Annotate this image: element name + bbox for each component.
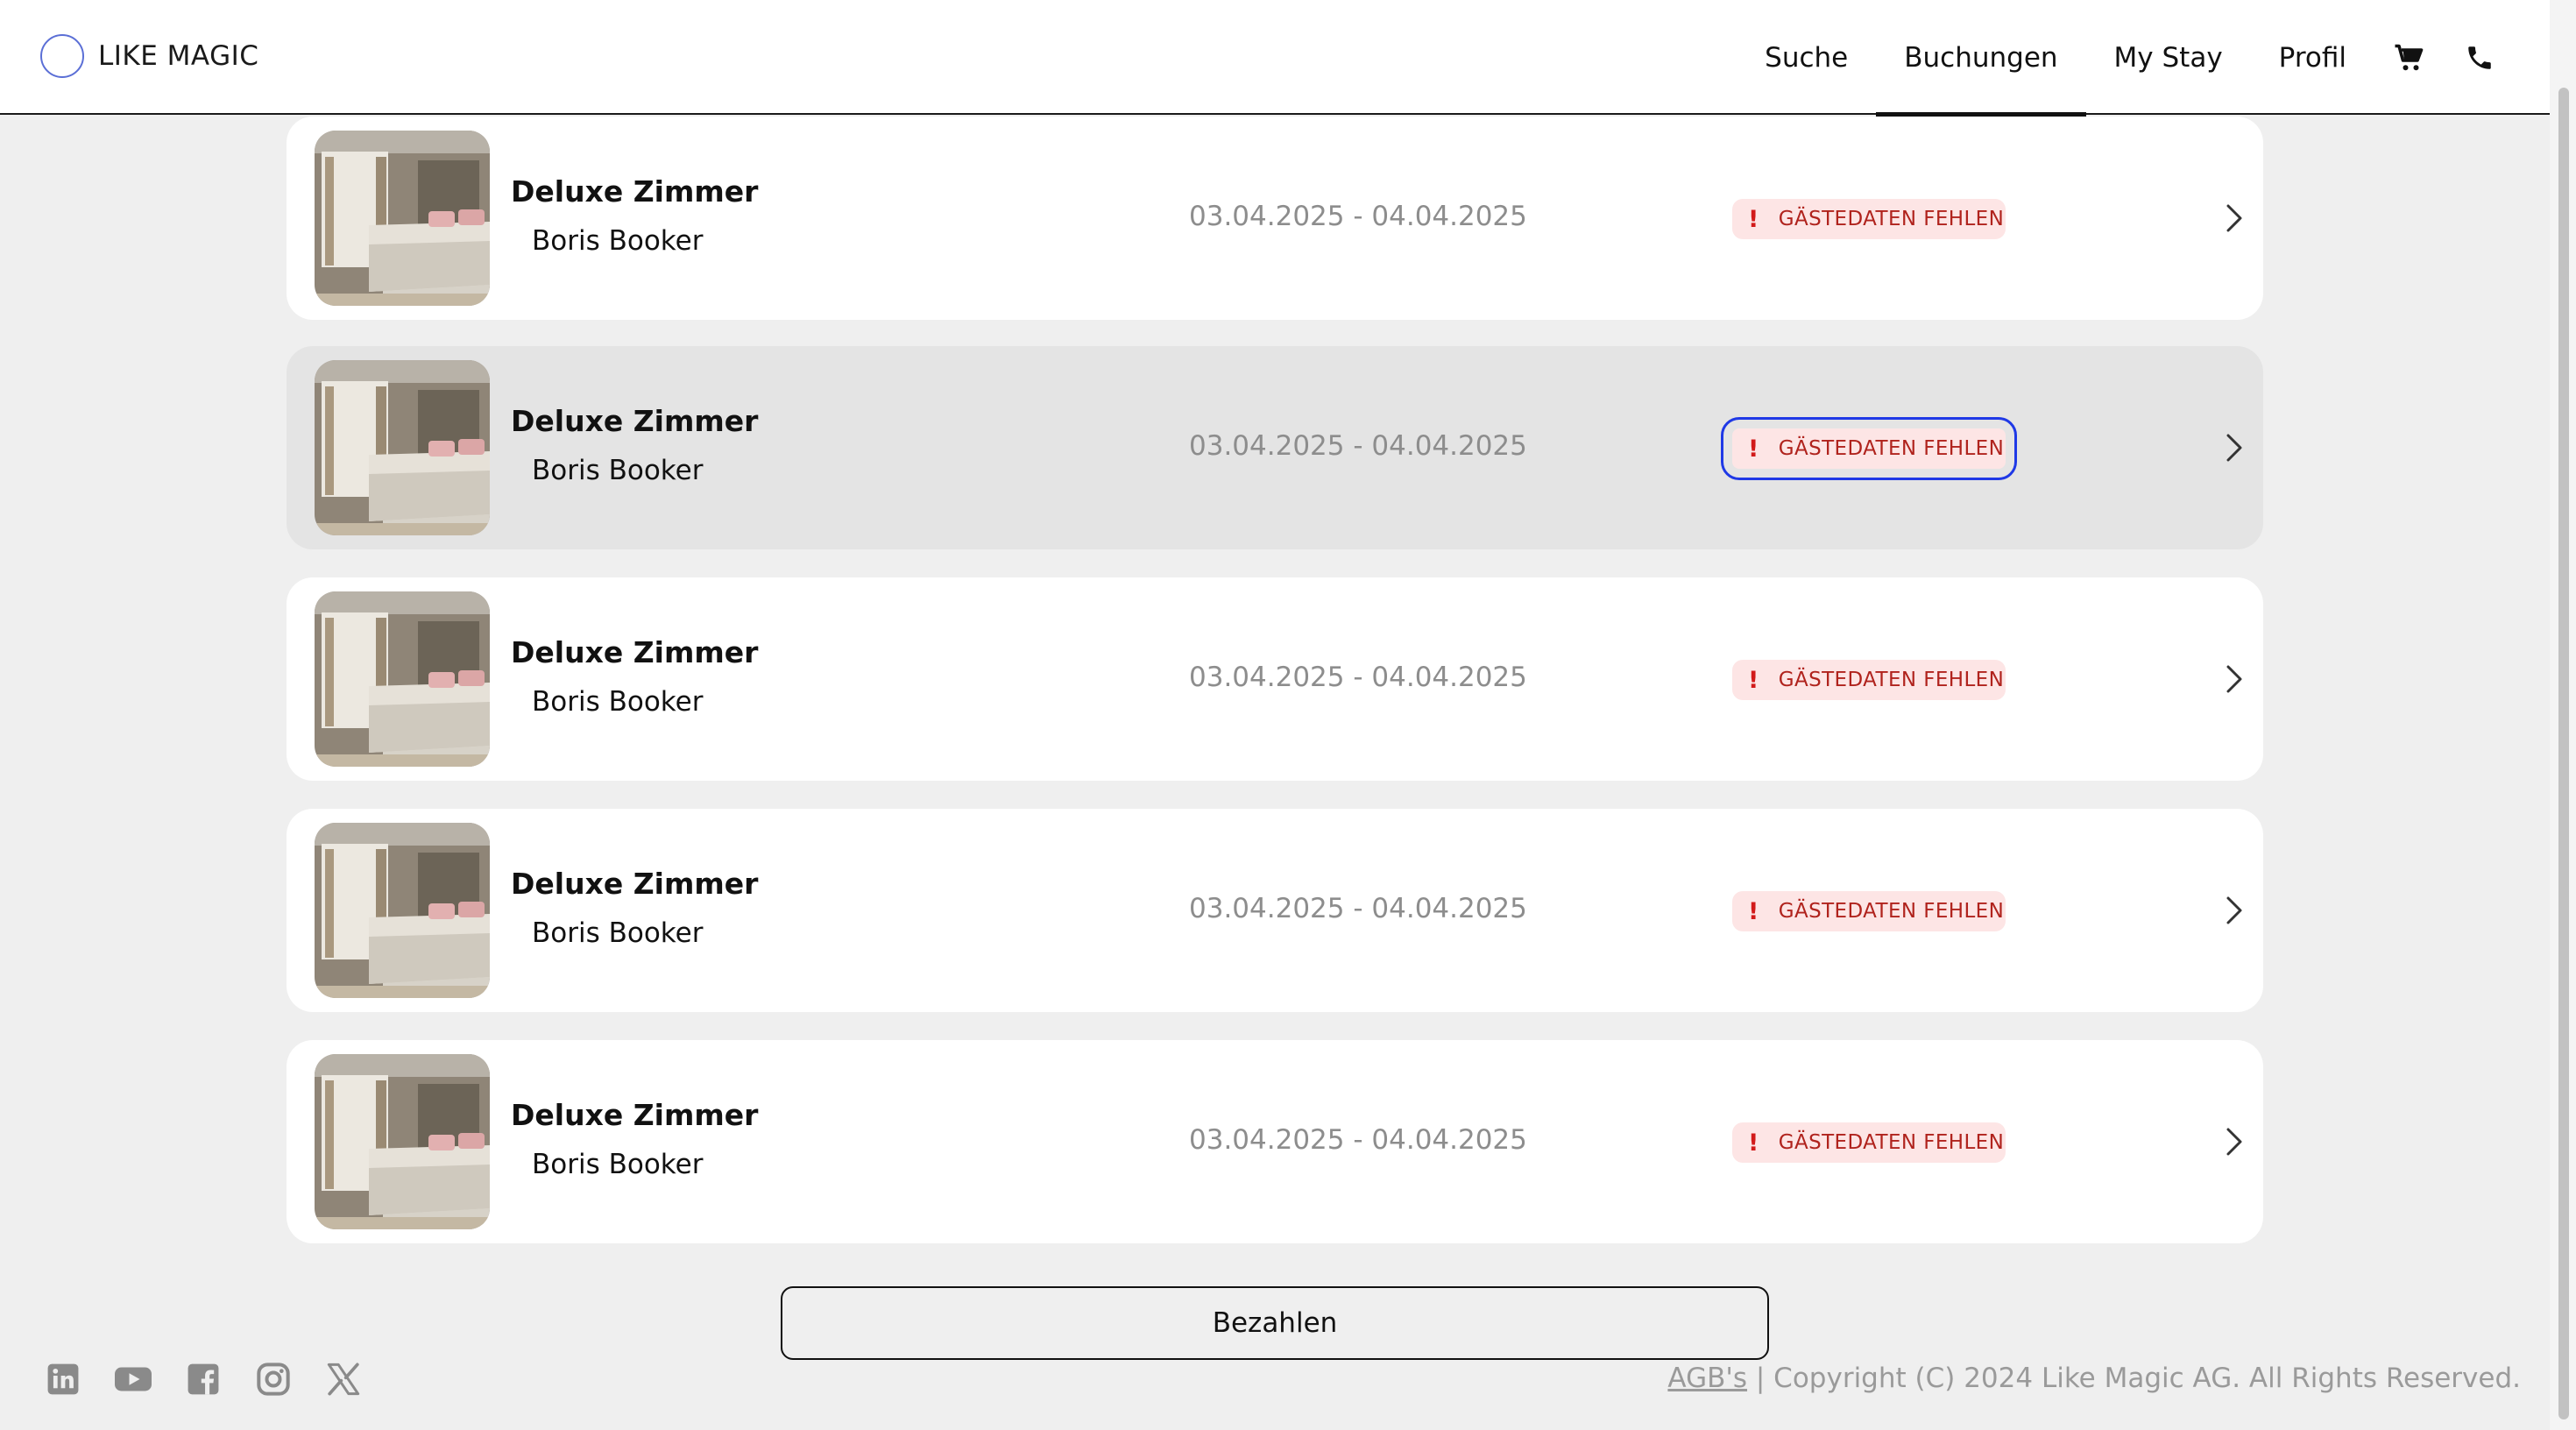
room-title: Deluxe Zimmer [511,867,759,901]
status-badge[interactable]: ! GÄSTEDATEN FEHLEN [1732,660,2006,700]
phone-icon[interactable] [2445,0,2515,115]
chevron-right-icon[interactable] [2221,893,2246,928]
room-title: Deluxe Zimmer [511,1098,759,1132]
status-badge[interactable]: ! GÄSTEDATEN FEHLEN [1721,417,2017,480]
main-nav: Suche Buchungen My Stay Profil [1737,0,2515,117]
vertical-scrollbar[interactable] [2550,0,2576,1430]
chevron-right-icon[interactable] [2221,430,2246,465]
nav-item-suche[interactable]: Suche [1737,0,1876,115]
linkedin-icon[interactable] [44,1360,82,1398]
alert-icon: ! [1748,1129,1759,1157]
booking-dates: 03.04.2025 - 04.04.2025 [1189,1124,1527,1156]
chevron-right-icon[interactable] [2221,662,2246,697]
status-badge-label: GÄSTEDATEN FEHLEN [1778,437,2005,460]
room-image [315,823,490,998]
social-links [44,1360,394,1398]
guest-name: Boris Booker [532,686,704,718]
guest-name: Boris Booker [532,1149,704,1180]
logo[interactable]: LIKE MAGIC [40,34,258,78]
booking-card[interactable]: Deluxe Zimmer Boris Booker 03.04.2025 - … [287,577,2263,781]
guest-name: Boris Booker [532,917,704,949]
booking-dates: 03.04.2025 - 04.04.2025 [1189,662,1527,693]
alert-icon: ! [1748,897,1759,925]
x-icon[interactable] [324,1360,363,1398]
status-badge[interactable]: ! GÄSTEDATEN FEHLEN [1732,1122,2006,1163]
room-title: Deluxe Zimmer [511,174,759,209]
instagram-icon[interactable] [254,1360,293,1398]
booking-card[interactable]: Deluxe Zimmer Boris Booker 03.04.2025 - … [287,809,2263,1012]
agb-link[interactable]: AGB's [1667,1363,1747,1394]
booking-dates: 03.04.2025 - 04.04.2025 [1189,430,1527,462]
alert-icon: ! [1748,205,1759,233]
copyright-text: | Copyright (C) 2024 Like Magic AG. All … [1747,1363,2521,1394]
pay-button[interactable]: Bezahlen [781,1286,1769,1360]
guest-name: Boris Booker [532,225,704,257]
booking-card[interactable]: Deluxe Zimmer Boris Booker 03.04.2025 - … [287,117,2263,320]
logo-text: LIKE MAGIC [98,40,259,72]
status-badge[interactable]: ! GÄSTEDATEN FEHLEN [1732,199,2006,239]
room-image [315,1054,490,1229]
chevron-right-icon[interactable] [2221,201,2246,236]
alert-icon: ! [1748,435,1759,463]
facebook-icon[interactable] [184,1360,223,1398]
status-badge-label: GÄSTEDATEN FEHLEN [1778,900,2005,923]
room-image [315,131,490,306]
room-image [315,360,490,535]
guest-name: Boris Booker [532,455,704,486]
footer-copyright: AGB's | Copyright (C) 2024 Like Magic AG… [1667,1363,2521,1394]
youtube-icon[interactable] [114,1360,152,1398]
room-image [315,591,490,767]
alert-icon: ! [1748,666,1759,694]
room-title: Deluxe Zimmer [511,635,759,669]
scrollbar-thumb[interactable] [2558,88,2569,1419]
cart-icon[interactable] [2374,0,2445,115]
nav-item-buchungen[interactable]: Buchungen [1876,0,2086,117]
logo-circle-icon [40,34,84,78]
nav-item-my-stay[interactable]: My Stay [2086,0,2251,115]
status-badge-label: GÄSTEDATEN FEHLEN [1778,669,2005,691]
status-badge[interactable]: ! GÄSTEDATEN FEHLEN [1732,891,2006,931]
booking-card[interactable]: Deluxe Zimmer Boris Booker 03.04.2025 - … [287,1040,2263,1243]
status-badge-label: GÄSTEDATEN FEHLEN [1778,1131,2005,1154]
booking-card[interactable]: Deluxe Zimmer Boris Booker 03.04.2025 - … [287,346,2263,549]
chevron-right-icon[interactable] [2221,1124,2246,1159]
nav-item-profil[interactable]: Profil [2251,0,2374,115]
status-badge-label: GÄSTEDATEN FEHLEN [1778,208,2005,230]
room-title: Deluxe Zimmer [511,404,759,438]
booking-dates: 03.04.2025 - 04.04.2025 [1189,893,1527,924]
top-navbar: LIKE MAGIC Suche Buchungen My Stay Profi… [0,0,2550,117]
booking-dates: 03.04.2025 - 04.04.2025 [1189,201,1527,232]
